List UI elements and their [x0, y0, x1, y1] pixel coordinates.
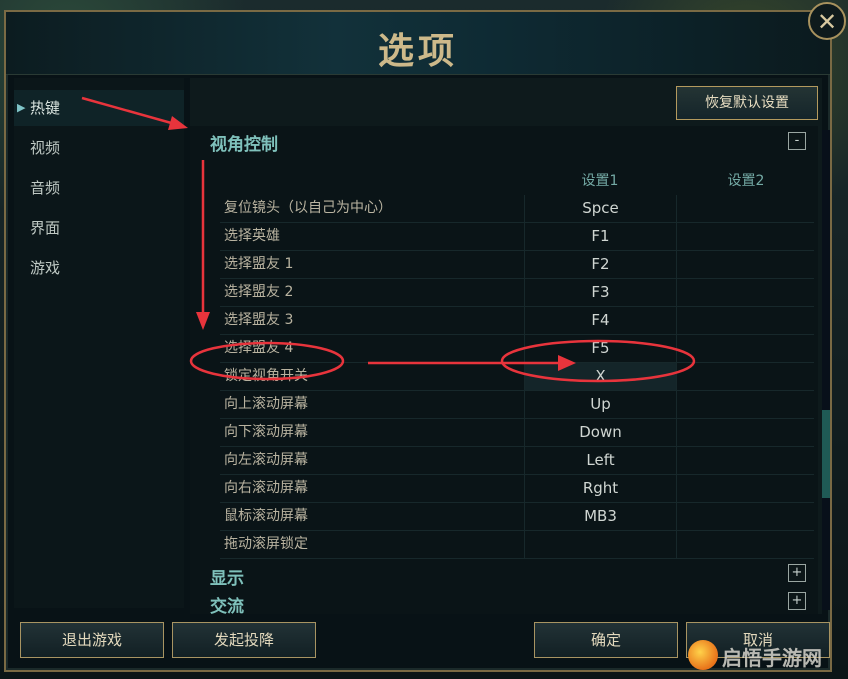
table-row: 向左滚动屏幕 Left	[220, 447, 814, 475]
setting1-cell[interactable]: Down	[524, 419, 676, 446]
setting2-cell[interactable]	[676, 419, 816, 446]
options-window: 选项 ▶ 热键 视频 音频 界面 游戏 恢复默认设置 视角控制 - 设置1 设置…	[4, 10, 832, 672]
setting1-cell[interactable]	[524, 531, 676, 558]
sidebar-item-interface[interactable]: 界面	[14, 210, 184, 246]
setting1-cell[interactable]: Spce	[524, 195, 676, 222]
expand-button[interactable]: +	[788, 592, 806, 610]
table-row: 选择英雄 F1	[220, 223, 814, 251]
row-label: 向上滚动屏幕	[224, 396, 308, 412]
row-label: 向右滚动屏幕	[224, 480, 308, 496]
title-bar: 选项	[6, 12, 830, 75]
section-title-display: 显示	[210, 569, 244, 589]
column-header-setting2: 设置2	[727, 173, 765, 189]
watermark-text: 启悟手游网	[722, 646, 822, 670]
table-row: 选择盟友 2 F3	[220, 279, 814, 307]
row-label: 向左滚动屏幕	[224, 452, 308, 468]
sidebar: ▶ 热键 视频 音频 界面 游戏	[14, 78, 184, 608]
table-row: 鼠标滚动屏幕 MB3	[220, 503, 814, 531]
setting2-cell[interactable]	[676, 307, 816, 334]
row-label: 选择盟友 2	[224, 284, 294, 300]
exit-game-button[interactable]: 退出游戏	[20, 622, 164, 658]
setting1-cell[interactable]: MB3	[524, 503, 676, 530]
sidebar-item-hotkeys[interactable]: ▶ 热键	[14, 90, 184, 126]
setting2-cell[interactable]	[676, 223, 816, 250]
table-row: 向右滚动屏幕 Rght	[220, 475, 814, 503]
sidebar-item-video[interactable]: 视频	[14, 130, 184, 166]
table-row: 向上滚动屏幕 Up	[220, 391, 814, 419]
setting2-cell[interactable]	[676, 475, 816, 502]
section-title-communication: 交流	[210, 597, 244, 617]
sidebar-item-label: 界面	[30, 219, 61, 237]
confirm-button[interactable]: 确定	[534, 622, 678, 658]
chevron-right-icon: ▶	[17, 101, 26, 114]
setting2-cell[interactable]	[676, 531, 816, 558]
sidebar-item-game[interactable]: 游戏	[14, 250, 184, 286]
row-label: 锁定视角开关	[224, 368, 308, 384]
scrollbar-thumb[interactable]	[822, 410, 830, 498]
setting1-cell[interactable]: Left	[524, 447, 676, 474]
setting1-cell[interactable]: F4	[524, 307, 676, 334]
setting2-cell[interactable]	[676, 195, 816, 222]
setting2-cell[interactable]	[676, 279, 816, 306]
sidebar-item-label: 音频	[30, 179, 61, 197]
close-icon[interactable]: ✕	[808, 2, 846, 40]
setting2-cell[interactable]	[676, 503, 816, 530]
setting1-cell[interactable]: F2	[524, 251, 676, 278]
table-row: 选择盟友 1 F2	[220, 251, 814, 279]
row-label: 选择盟友 4	[224, 340, 294, 356]
scrollbar[interactable]	[822, 130, 830, 610]
expand-button[interactable]: +	[788, 564, 806, 582]
setting1-cell[interactable]: F3	[524, 279, 676, 306]
table-row: 复位镜头（以自己为中心） Spce	[220, 195, 814, 223]
sidebar-item-label: 热键	[30, 99, 61, 117]
sidebar-item-label: 游戏	[30, 259, 61, 277]
surrender-button[interactable]: 发起投降	[172, 622, 316, 658]
setting1-cell[interactable]: Up	[524, 391, 676, 418]
hotkey-list: 视角控制 - 设置1 设置2 复位镜头（以自己为中心） Spce 选择英雄 F1…	[190, 126, 818, 617]
row-label: 选择英雄	[224, 228, 280, 244]
setting1-cell[interactable]: F5	[524, 335, 676, 362]
table-row: 锁定视角开关 X	[220, 363, 814, 391]
row-label: 复位镜头（以自己为中心）	[224, 200, 392, 216]
restore-defaults-button[interactable]: 恢复默认设置	[676, 86, 818, 120]
row-label: 选择盟友 1	[224, 256, 294, 272]
watermark-logo-icon	[688, 640, 718, 670]
setting1-cell[interactable]: F1	[524, 223, 676, 250]
column-header-setting1: 设置1	[581, 173, 619, 189]
setting2-cell[interactable]	[676, 363, 816, 390]
setting2-cell[interactable]	[676, 447, 816, 474]
collapse-button[interactable]: -	[788, 132, 806, 150]
table-row: 选择盟友 4 F5	[220, 335, 814, 363]
setting1-cell[interactable]: X	[524, 363, 676, 390]
section-title-camera: 视角控制	[210, 135, 278, 155]
table-row: 向下滚动屏幕 Down	[220, 419, 814, 447]
setting2-cell[interactable]	[676, 251, 816, 278]
row-label: 拖动滚屏锁定	[224, 536, 308, 552]
row-label: 向下滚动屏幕	[224, 424, 308, 440]
setting2-cell[interactable]	[676, 391, 816, 418]
table-row: 拖动滚屏锁定	[220, 531, 814, 559]
row-label: 鼠标滚动屏幕	[224, 508, 308, 524]
table-row: 选择盟友 3 F4	[220, 307, 814, 335]
setting2-cell[interactable]	[676, 335, 816, 362]
window-title: 选项	[377, 30, 458, 72]
sidebar-item-label: 视频	[30, 139, 61, 157]
row-label: 选择盟友 3	[224, 312, 294, 328]
sidebar-item-audio[interactable]: 音频	[14, 170, 184, 206]
main-panel: 恢复默认设置 视角控制 - 设置1 设置2 复位镜头（以自己为中心） Spce …	[190, 78, 830, 617]
setting1-cell[interactable]: Rght	[524, 475, 676, 502]
